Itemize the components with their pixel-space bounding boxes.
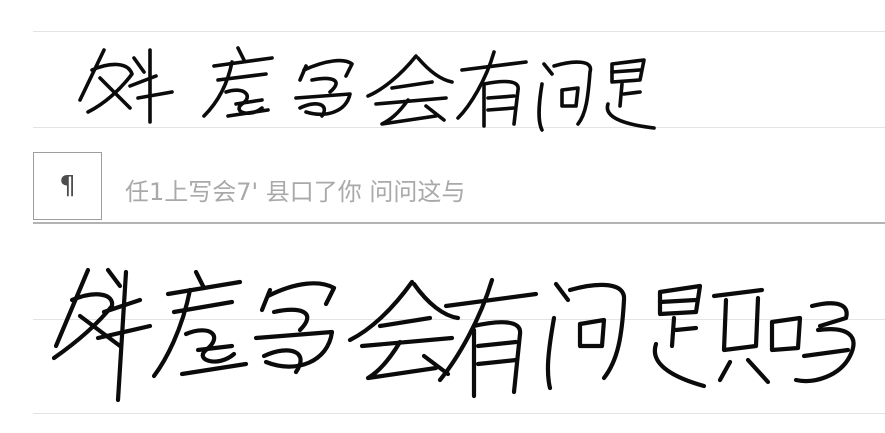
handwritten-glyph: [78, 48, 174, 124]
handwritten-glyph: [151, 269, 249, 379]
handwritten-glyph: [294, 58, 354, 118]
handwritten-glyph: [537, 60, 593, 132]
handwriting-line-2: [51, 267, 856, 403]
handwritten-glyph: [652, 283, 771, 389]
paragraph-mark-button[interactable]: ¶: [33, 152, 102, 220]
recognized-text-candidate[interactable]: 任1上写会7' 县口了你 问问这与: [125, 172, 465, 207]
recognition-bar: ¶ 任1上写会7' 县口了你 问问这与: [33, 152, 885, 224]
handwritten-glyph: [437, 277, 539, 399]
handwritten-glyph: [253, 281, 337, 375]
handwriting-line-1: [78, 46, 656, 132]
handwritten-glyph: [202, 46, 274, 118]
handwritten-glyph: [347, 279, 461, 381]
handwritten-glyph: [605, 58, 656, 130]
handwritten-glyph: [51, 267, 153, 403]
handwritten-glyph: [545, 281, 627, 391]
handwritten-glyph: [456, 50, 528, 128]
handwritten-glyph: [366, 54, 454, 126]
handwritten-glyph: [769, 301, 856, 383]
pilcrow-icon: ¶: [59, 171, 76, 201]
